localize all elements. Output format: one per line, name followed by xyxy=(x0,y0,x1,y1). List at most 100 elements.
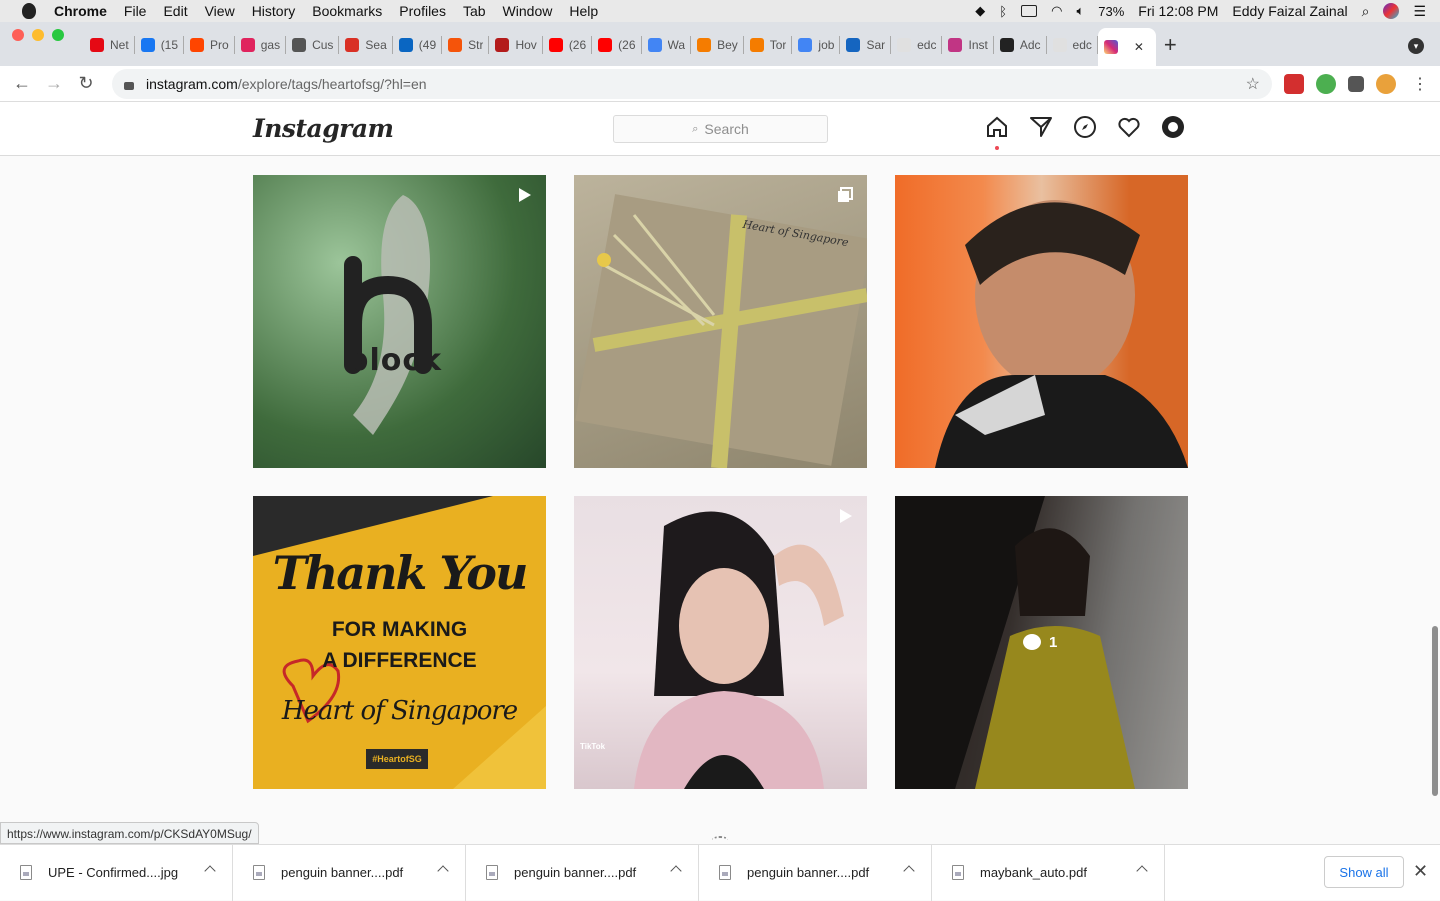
tab-4[interactable]: Cus xyxy=(286,28,340,62)
menu-window[interactable]: Window xyxy=(503,3,553,19)
post-tile[interactable]: 1 xyxy=(895,496,1188,789)
post-tile[interactable]: block xyxy=(253,175,546,468)
extension-red-icon[interactable] xyxy=(1284,73,1304,94)
tab-14[interactable]: job xyxy=(792,28,841,62)
chevron-up-icon[interactable] xyxy=(1136,864,1148,877)
profile-avatar-icon[interactable] xyxy=(1376,73,1396,94)
download-item[interactable]: penguin banner....pdf xyxy=(233,844,466,901)
window-controls xyxy=(0,28,84,58)
zoom-window-button[interactable] xyxy=(52,28,64,41)
menu-view[interactable]: View xyxy=(205,3,235,19)
spotlight-icon[interactable]: ⌕ xyxy=(1362,3,1370,20)
activity-heart-icon[interactable] xyxy=(1117,115,1141,139)
menu-bookmarks[interactable]: Bookmarks xyxy=(312,3,382,19)
tab-label: job xyxy=(818,38,835,52)
chevron-up-icon[interactable] xyxy=(437,864,449,877)
chevron-up-icon[interactable] xyxy=(903,864,915,877)
tab-13[interactable]: Tor xyxy=(744,28,793,62)
bookmark-star-icon[interactable]: ☆ xyxy=(1246,74,1260,94)
close-window-button[interactable] xyxy=(12,28,24,41)
clock[interactable]: Fri 12:08 PM xyxy=(1138,3,1218,19)
url-path: /explore/tags/heartofsg/?hl=en xyxy=(237,75,427,92)
volume-icon[interactable]: 🔈︎ xyxy=(1076,3,1084,19)
tab-label: (15 xyxy=(160,38,179,52)
close-downloads-icon[interactable]: ✕ xyxy=(1413,861,1428,882)
close-tab-icon[interactable]: ✕ xyxy=(1134,40,1144,54)
chrome-menu-icon[interactable]: ⋮ xyxy=(1412,74,1428,94)
extensions-puzzle-icon[interactable] xyxy=(1348,75,1364,92)
dropbox-icon[interactable]: ◆ xyxy=(975,3,985,19)
tab-12[interactable]: Bey xyxy=(691,28,744,62)
tiktok-watermark: TikTok xyxy=(580,742,606,751)
tab-label: Sea xyxy=(365,38,387,52)
profile-avatar[interactable] xyxy=(1161,115,1185,139)
tab-9[interactable]: (26 xyxy=(543,28,593,62)
tab-7[interactable]: Str xyxy=(442,28,490,62)
tab-label: Bey xyxy=(717,38,738,52)
search-icon: ⌕ xyxy=(692,122,699,135)
tab-16[interactable]: edc xyxy=(891,28,943,62)
back-icon[interactable]: ← xyxy=(6,73,38,94)
tab-10[interactable]: (26 xyxy=(592,28,642,62)
home-icon[interactable] xyxy=(985,115,1009,150)
tab-label: Sar xyxy=(866,38,886,52)
download-item[interactable]: penguin banner....pdf xyxy=(466,844,699,901)
apple-icon[interactable] xyxy=(22,3,36,19)
tab-2[interactable]: Pro xyxy=(184,28,235,62)
reload-icon[interactable]: ↻ xyxy=(70,73,102,94)
download-item[interactable]: penguin banner....pdf xyxy=(699,844,932,901)
downloads-bar: UPE - Confirmed....jpg penguin banner...… xyxy=(0,844,1440,901)
tab-8[interactable]: Hov xyxy=(489,28,544,62)
battery-menu-icon[interactable] xyxy=(1021,5,1038,17)
address-bar[interactable]: instagram.com/explore/tags/heartofsg/?hl… xyxy=(112,68,1272,99)
menu-history[interactable]: History xyxy=(252,3,296,19)
siri-icon[interactable] xyxy=(1383,3,1400,19)
page-scrollbar[interactable] xyxy=(1432,626,1438,796)
post-tile[interactable]: Heart of Singapore xyxy=(574,175,867,468)
tab-19[interactable]: edc xyxy=(1047,28,1099,62)
tab-15[interactable]: Sar xyxy=(840,28,891,62)
instagram-logo[interactable]: Instagram xyxy=(253,114,394,143)
tab-17[interactable]: Inst xyxy=(942,28,995,62)
battery-percent[interactable]: 73% xyxy=(1098,4,1124,19)
tab-5[interactable]: Sea xyxy=(339,28,394,62)
tab-0[interactable]: Net xyxy=(84,28,135,62)
tab-1[interactable]: (15 xyxy=(135,28,185,62)
post-tile[interactable]: Thank You FOR MAKING A DIFFERENCE Heart … xyxy=(253,496,546,789)
comment-count: 1 xyxy=(1049,634,1058,651)
tab-18[interactable]: Adc xyxy=(994,28,1047,62)
tab-favicon-icon xyxy=(90,38,104,52)
tab-favicon-icon xyxy=(345,38,360,52)
tab-search-icon[interactable]: ▾ xyxy=(1408,38,1424,54)
post-tile[interactable] xyxy=(895,175,1188,468)
chevron-up-icon[interactable] xyxy=(670,864,682,877)
post-tile[interactable]: TikTok xyxy=(574,496,867,789)
menu-help[interactable]: Help xyxy=(569,3,598,19)
bluetooth-icon[interactable]: ᛒ xyxy=(999,4,1007,19)
minimize-window-button[interactable] xyxy=(32,28,44,41)
tab-3[interactable]: gas xyxy=(235,28,287,62)
download-item[interactable]: maybank_auto.pdf xyxy=(932,844,1165,901)
forward-icon[interactable]: → xyxy=(38,73,70,94)
tab-active-instagram[interactable]: ✕ xyxy=(1097,28,1156,66)
direct-message-icon[interactable] xyxy=(1029,115,1053,139)
menu-tab[interactable]: Tab xyxy=(463,3,486,19)
tab-6[interactable]: (49 xyxy=(393,28,443,62)
comment-icon xyxy=(1023,634,1041,650)
explore-compass-icon[interactable] xyxy=(1073,115,1097,139)
lock-icon[interactable] xyxy=(124,81,134,90)
new-tab-button[interactable]: + xyxy=(1164,32,1177,58)
menu-file[interactable]: File xyxy=(124,3,147,19)
wifi-icon[interactable]: ◠ xyxy=(1051,3,1062,19)
chevron-up-icon[interactable] xyxy=(204,864,216,877)
menu-app-name[interactable]: Chrome xyxy=(54,3,107,19)
menu-edit[interactable]: Edit xyxy=(163,3,187,19)
tab-11[interactable]: Wa xyxy=(642,28,692,62)
user-name[interactable]: Eddy Faizal Zainal xyxy=(1232,3,1347,19)
download-item[interactable]: UPE - Confirmed....jpg xyxy=(0,844,233,901)
search-input[interactable]: ⌕ Search xyxy=(613,115,828,143)
menu-profiles[interactable]: Profiles xyxy=(399,3,446,19)
show-all-downloads-button[interactable]: Show all xyxy=(1324,856,1404,888)
notification-center-icon[interactable]: ☰ xyxy=(1413,3,1426,20)
extension-green-icon[interactable] xyxy=(1316,73,1336,94)
